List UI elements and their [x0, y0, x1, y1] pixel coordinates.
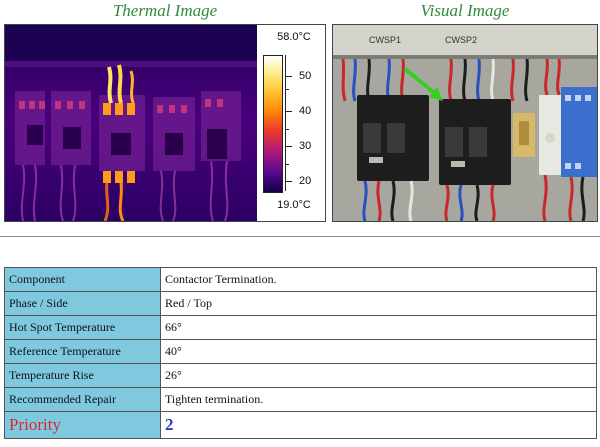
row-value: Red / Top	[160, 291, 597, 316]
priority-value: 2	[165, 415, 174, 434]
thermal-color-scale	[263, 55, 283, 193]
scale-tick	[285, 111, 292, 112]
scale-tick-label: 30	[299, 140, 312, 152]
thermal-scale-max: 58.0°C	[277, 31, 311, 43]
visual-image-graphic: CWSP1 CWSP2	[333, 25, 597, 221]
thermal-image-panel: 58.0°C 50 40 30 20 19.0°C	[4, 24, 326, 222]
row-label: Hot Spot Temperature	[4, 315, 161, 340]
inspection-details-table: Component Contactor Termination. Phase /…	[4, 267, 597, 439]
scale-tick-label: 20	[299, 175, 312, 187]
row-label: Temperature Rise	[4, 363, 161, 388]
row-label: Recommended Repair	[4, 387, 161, 412]
row-label: Component	[4, 267, 161, 292]
row-value: 66°	[160, 315, 597, 340]
visual-label-2: CWSP2	[445, 35, 477, 45]
table-row: Temperature Rise 26°	[4, 363, 597, 388]
scale-tick	[285, 146, 292, 147]
row-value: Tighten termination.	[160, 387, 597, 412]
table-row: Recommended Repair Tighten termination.	[4, 387, 597, 412]
table-row: Hot Spot Temperature 66°	[4, 315, 597, 340]
scale-tick	[285, 76, 292, 77]
priority-value-cell: 2	[160, 411, 597, 439]
scale-tick	[285, 129, 289, 130]
thermal-image-graphic	[5, 25, 257, 221]
row-value: 26°	[160, 363, 597, 388]
scale-tick	[285, 89, 289, 90]
section-divider	[0, 236, 600, 237]
row-value: 40°	[160, 339, 597, 364]
scale-tick-label: 50	[299, 70, 312, 82]
thermal-image-title: Thermal Image	[112, 1, 218, 20]
scale-tick	[285, 164, 289, 165]
table-row: Component Contactor Termination.	[4, 267, 597, 292]
visual-image-panel: CWSP1 CWSP2	[332, 24, 598, 222]
visual-image: CWSP1 CWSP2	[333, 25, 597, 221]
visual-image-title: Visual Image	[420, 1, 510, 20]
scale-tick-label: 40	[299, 105, 312, 117]
table-row: Reference Temperature 40°	[4, 339, 597, 364]
priority-row: Priority 2	[4, 411, 597, 439]
thermal-scale-min: 19.0°C	[277, 199, 311, 211]
row-label: Reference Temperature	[4, 339, 161, 364]
priority-label-cell: Priority	[4, 411, 161, 439]
scale-tick	[285, 181, 292, 182]
table-row: Phase / Side Red / Top	[4, 291, 597, 316]
priority-label: Priority	[9, 415, 61, 434]
thermal-image	[5, 25, 257, 221]
row-label: Phase / Side	[4, 291, 161, 316]
visual-label-1: CWSP1	[369, 35, 401, 45]
row-value: Contactor Termination.	[160, 267, 597, 292]
